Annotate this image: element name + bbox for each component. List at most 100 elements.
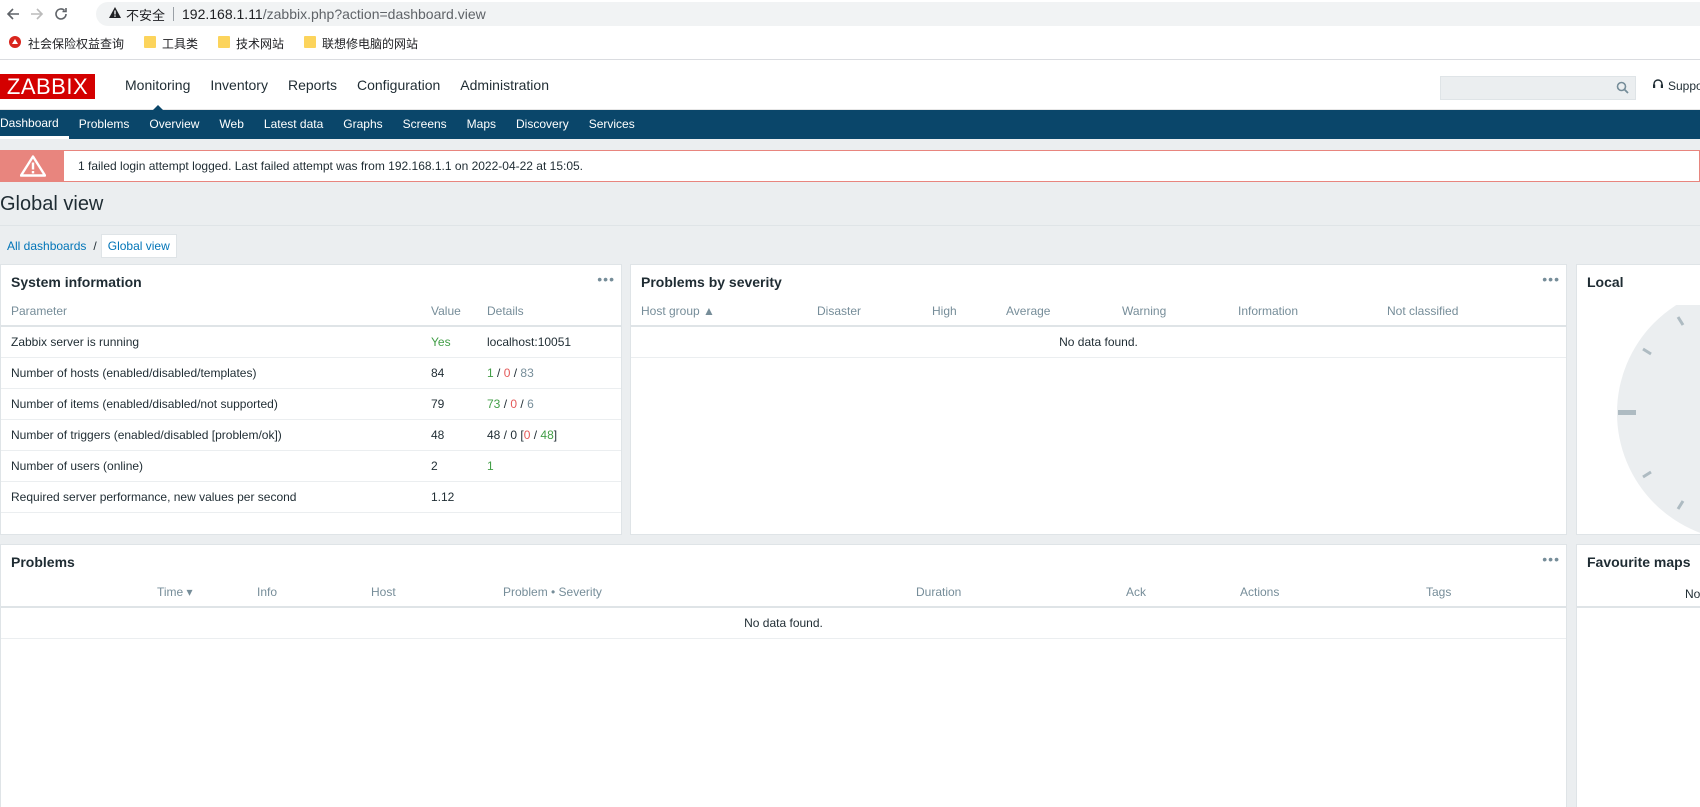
bookmark-label: 技术网站 bbox=[236, 37, 285, 51]
value-cell: 84 bbox=[421, 357, 477, 389]
submenu-overview[interactable]: Overview bbox=[139, 110, 209, 139]
local-clock-widget: Local bbox=[1576, 264, 1700, 535]
details-cell: localhost:10051 bbox=[477, 326, 621, 358]
table-row: Number of triggers (enabled/disabled [pr… bbox=[1, 419, 621, 451]
system-information-widget: System information ••• Parameter Value D… bbox=[0, 264, 622, 535]
widget-title: System information bbox=[11, 274, 142, 290]
problems-by-severity-widget: Problems by severity ••• Host group ▲ Di… bbox=[630, 264, 1567, 535]
details-cell: 48 / 0 [0 / 48] bbox=[477, 419, 621, 451]
url-host: 192.168.1.11 bbox=[182, 6, 263, 22]
widget-title: Local bbox=[1587, 274, 1624, 290]
bookmark-social-insurance[interactable]: 社会保险权益查询 bbox=[8, 35, 124, 52]
details-cell: 1 bbox=[477, 450, 621, 482]
no-data-message: No data found. bbox=[1, 607, 1566, 639]
templates-count: 83 bbox=[520, 365, 534, 380]
breadcrumb: All dashboards / Global view bbox=[0, 234, 177, 258]
col-value: Value bbox=[421, 297, 477, 327]
back-icon[interactable] bbox=[2, 3, 24, 25]
widget-menu-icon[interactable]: ••• bbox=[1542, 551, 1560, 567]
enabled-count: 73 bbox=[487, 396, 501, 411]
submenu-maps[interactable]: Maps bbox=[457, 110, 506, 139]
menu-configuration[interactable]: Configuration bbox=[347, 60, 450, 110]
disabled-count: 0 bbox=[510, 396, 518, 411]
param-cell: Number of triggers (enabled/disabled [pr… bbox=[1, 419, 421, 451]
table-row: Number of users (online) 2 1 bbox=[1, 450, 621, 482]
bookmark-label: 工具类 bbox=[162, 37, 199, 51]
problem-count: 0 bbox=[523, 427, 531, 442]
trigger-suffix: ] bbox=[553, 427, 558, 442]
monitoring-submenu: Dashboard Problems Overview Web Latest d… bbox=[0, 110, 1700, 139]
col-ack: Ack bbox=[1116, 577, 1230, 608]
no-data-message: No data found. bbox=[631, 326, 1566, 358]
no-data-message: No bbox=[1685, 587, 1700, 601]
title-divider bbox=[0, 225, 1700, 226]
folder-icon bbox=[218, 35, 231, 52]
url-divider bbox=[173, 7, 175, 21]
widget-menu-icon[interactable]: ••• bbox=[1542, 271, 1560, 287]
url-path: /zabbix.php?action=dashboard.view bbox=[262, 6, 486, 22]
favourite-maps-widget: Favourite maps No bbox=[1576, 544, 1700, 807]
breadcrumb-all-dashboards[interactable]: All dashboards bbox=[0, 239, 93, 253]
widget-title: Favourite maps bbox=[1587, 554, 1691, 570]
widget-menu-icon[interactable]: ••• bbox=[597, 271, 615, 287]
url-field[interactable]: 不安全 192.168.1.11 /zabbix.php?action=dash… bbox=[96, 2, 1700, 26]
menu-reports[interactable]: Reports bbox=[278, 60, 347, 110]
col-host: Host bbox=[361, 577, 493, 608]
system-info-table: Parameter Value Details Zabbix server is… bbox=[1, 297, 621, 513]
table-row: Zabbix server is running Yes localhost:1… bbox=[1, 326, 621, 358]
col-details: Details bbox=[477, 297, 621, 327]
table-row: No data found. bbox=[631, 326, 1566, 358]
folder-icon bbox=[304, 35, 317, 52]
value-cell: 1.12 bbox=[421, 481, 477, 513]
value-cell: 48 bbox=[421, 419, 477, 451]
bookmark-lenovo-repair[interactable]: 联想修电脑的网站 bbox=[304, 35, 418, 52]
widget-title: Problems by severity bbox=[641, 274, 782, 290]
param-cell: Number of items (enabled/disabled/not su… bbox=[1, 388, 421, 420]
disabled-count: 0 bbox=[503, 365, 511, 380]
submenu-latest-data[interactable]: Latest data bbox=[254, 110, 333, 139]
col-not-classified: Not classified bbox=[1377, 297, 1566, 327]
menu-inventory[interactable]: Inventory bbox=[200, 60, 278, 110]
widget-header: Favourite maps bbox=[1577, 545, 1700, 577]
widget-header: Local bbox=[1577, 265, 1700, 297]
submenu-screens[interactable]: Screens bbox=[393, 110, 457, 139]
widget-title: Problems bbox=[11, 554, 75, 570]
col-high: High bbox=[922, 297, 996, 327]
menu-monitoring[interactable]: Monitoring bbox=[115, 60, 200, 111]
submenu-dashboard[interactable]: Dashboard bbox=[0, 110, 69, 139]
search-input[interactable] bbox=[1440, 76, 1636, 100]
col-actions: Actions bbox=[1230, 577, 1416, 608]
col-disaster: Disaster bbox=[807, 297, 922, 327]
submenu-web[interactable]: Web bbox=[209, 110, 253, 139]
bookmarks-bar: 社会保险权益查询 工具类 技术网站 联想修电脑的网站 bbox=[0, 28, 1700, 60]
forward-icon[interactable] bbox=[26, 3, 48, 25]
param-cell: Required server performance, new values … bbox=[1, 481, 421, 513]
bookmark-tech-sites[interactable]: 技术网站 bbox=[218, 35, 284, 52]
social-insurance-logo-icon bbox=[8, 35, 22, 52]
problems-table: Time ▾ Info Host Problem • Severity Dura… bbox=[1, 577, 1566, 639]
failed-login-warning: 1 failed login attempt logged. Last fail… bbox=[0, 150, 1700, 182]
trigger-prefix: 48 / 0 [ bbox=[487, 427, 524, 442]
breadcrumb-global-view[interactable]: Global view bbox=[100, 234, 177, 258]
bookmark-label: 联想修电脑的网站 bbox=[322, 37, 419, 51]
menu-administration[interactable]: Administration bbox=[450, 60, 559, 110]
submenu-problems[interactable]: Problems bbox=[69, 110, 140, 139]
main-menu: Monitoring Inventory Reports Configurati… bbox=[115, 60, 559, 111]
col-time[interactable]: Time ▾ bbox=[1, 577, 247, 608]
search-icon[interactable] bbox=[1616, 81, 1629, 97]
support-link[interactable]: Suppo bbox=[1652, 78, 1700, 93]
submenu-services[interactable]: Services bbox=[579, 110, 645, 139]
severity-table: Host group ▲ Disaster High Average Warni… bbox=[631, 297, 1566, 358]
zabbix-logo[interactable]: ZABBIX bbox=[0, 74, 95, 99]
table-row: Number of items (enabled/disabled/not su… bbox=[1, 388, 621, 420]
bookmark-tools[interactable]: 工具类 bbox=[144, 35, 198, 52]
support-label: Suppo bbox=[1668, 78, 1700, 93]
widget-header: Problems by severity ••• bbox=[631, 265, 1566, 297]
param-cell: Zabbix server is running bbox=[1, 326, 421, 358]
submenu-discovery[interactable]: Discovery bbox=[506, 110, 579, 139]
col-host-group[interactable]: Host group ▲ bbox=[631, 297, 807, 327]
widget-header: Problems ••• bbox=[1, 545, 1566, 577]
submenu-graphs[interactable]: Graphs bbox=[333, 110, 392, 139]
value-cell: 2 bbox=[421, 450, 477, 482]
reload-icon[interactable] bbox=[50, 3, 72, 25]
